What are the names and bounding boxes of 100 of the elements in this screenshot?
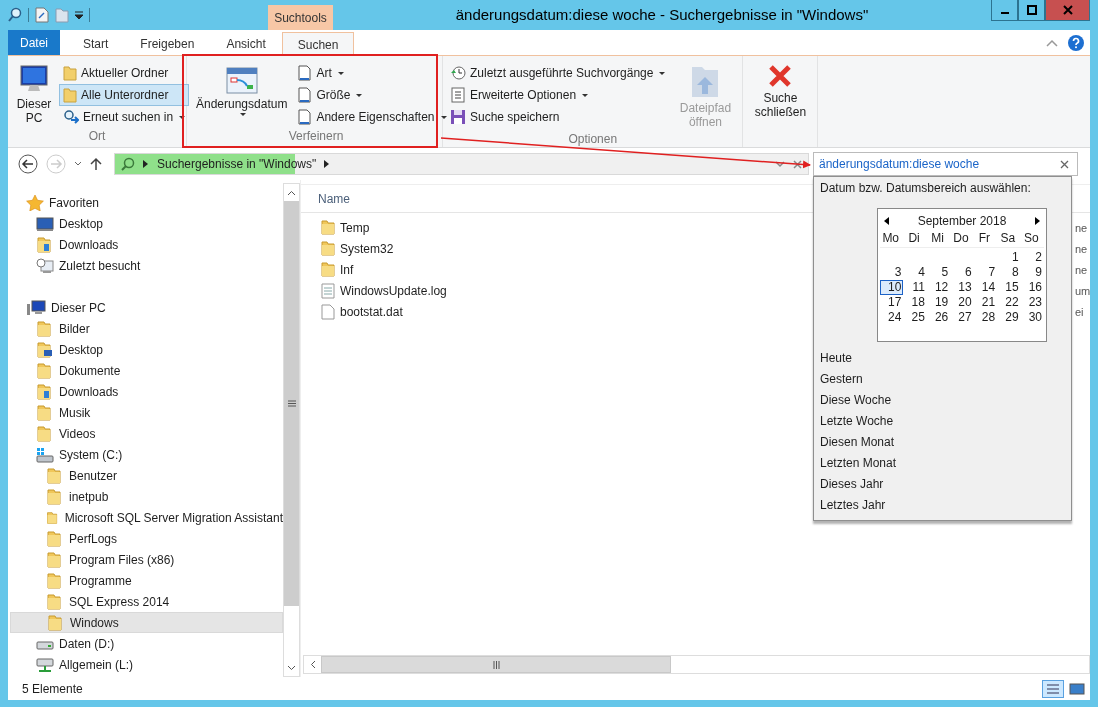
up-arrow-icon[interactable] [90, 157, 102, 171]
scrollbar[interactable] [303, 655, 1090, 674]
scope-option[interactable]: Alle Unterordner [59, 84, 190, 106]
file-name[interactable]: System32 [340, 241, 394, 256]
address-location[interactable]: Suchergebnisse in "Windows" [157, 157, 317, 171]
large-icons-view-icon[interactable] [1068, 680, 1086, 697]
search-field[interactable]: änderungsdatum:diese woche [813, 152, 1078, 176]
minimize-button[interactable] [991, 0, 1018, 21]
calendar-day[interactable]: 13 [950, 280, 974, 295]
navigation-item[interactable]: Desktop [10, 339, 283, 360]
navigation-item[interactable]: Downloads [10, 381, 283, 402]
calendar-day[interactable]: 5 [926, 265, 951, 280]
close-search-button[interactable]: Suche schließen [746, 60, 815, 147]
navigation-item[interactable]: Program Files (x86) [10, 549, 283, 570]
next-month-icon[interactable] [1035, 217, 1040, 225]
navigation-item[interactable]: Dieser PC [10, 297, 283, 318]
calendar-month[interactable]: September 2018 [917, 214, 1007, 228]
date-preset[interactable]: Dieses Jahr [820, 474, 884, 495]
calendar-day[interactable]: 10 [880, 280, 904, 295]
calendar-day[interactable]: 24 [880, 310, 904, 325]
navigation-item[interactable]: System (C:) [10, 444, 283, 465]
date-preset[interactable]: Diesen Monat [820, 432, 895, 453]
navigation-item[interactable]: SQL Express 2014 [10, 591, 283, 612]
calendar-day[interactable]: 28 [973, 310, 998, 325]
dropdown-icon[interactable] [75, 11, 83, 19]
navigation-item[interactable]: Daten (D:) [10, 633, 283, 654]
column-header[interactable]: Name [318, 191, 350, 206]
previous-month-icon[interactable] [884, 217, 889, 225]
navigation-item[interactable]: Favoriten [10, 192, 283, 213]
ribbon-tab[interactable]: Start [67, 32, 125, 55]
close-button[interactable] [1045, 0, 1090, 21]
calendar-day[interactable]: 22 [997, 295, 1021, 310]
ribbon-tab[interactable]: Datei [8, 30, 60, 55]
navigation-item[interactable]: Zuletzt besucht [10, 255, 283, 276]
date-preset[interactable]: Letzte Woche [820, 411, 894, 432]
navigation-item[interactable]: Bilder [10, 318, 283, 339]
calendar-day[interactable]: 20 [950, 295, 974, 310]
date-preset[interactable]: Heute [820, 348, 853, 369]
calendar-day[interactable]: 19 [926, 295, 951, 310]
scroll-up-icon[interactable] [287, 189, 296, 196]
scroll-left-icon[interactable] [309, 660, 316, 669]
maximize-button[interactable] [1018, 0, 1045, 21]
date-preset[interactable]: Letzten Monat [820, 453, 897, 474]
clear-icon[interactable] [1060, 159, 1069, 169]
scroll-down-icon[interactable] [287, 664, 296, 671]
file-name[interactable]: Inf [340, 262, 354, 277]
calendar-day[interactable]: 18 [903, 295, 927, 310]
navigation-item[interactable]: Benutzer [10, 465, 283, 486]
calendar-day[interactable]: 2 [1020, 250, 1044, 265]
navigation-item[interactable]: Microsoft SQL Server Migration Assistant [10, 507, 283, 528]
date-preset[interactable]: Letztes Jahr [820, 495, 886, 516]
help-icon[interactable] [1068, 34, 1084, 51]
calendar-day[interactable]: 7 [973, 265, 998, 280]
calendar-day[interactable]: 14 [973, 280, 998, 295]
navigation-item[interactable]: Dokumente [10, 360, 283, 381]
calendar-day[interactable]: 12 [926, 280, 951, 295]
breadcrumb-arrow-icon[interactable] [324, 160, 331, 168]
calendar-day[interactable]: 29 [997, 310, 1021, 325]
navigation-item[interactable]: Downloads [10, 234, 283, 255]
grip-icon[interactable] [287, 400, 296, 407]
search-icon[interactable] [8, 7, 22, 23]
grip-icon[interactable] [492, 660, 500, 669]
calendar-day[interactable]: 30 [1020, 310, 1044, 325]
file-name[interactable]: WindowsUpdate.log [340, 283, 447, 298]
stop-icon[interactable] [793, 159, 802, 169]
calendar-day[interactable]: 1 [997, 250, 1021, 265]
this-pc-button[interactable]: Dieser PC [11, 60, 57, 129]
navigation-item[interactable]: Desktop [10, 213, 283, 234]
navigation-item[interactable]: Musik [10, 402, 283, 423]
recent-locations-icon[interactable] [74, 161, 82, 167]
properties-icon[interactable] [35, 7, 49, 23]
navigation-item[interactable]: inetpub [10, 486, 283, 507]
calendar-day[interactable]: 26 [926, 310, 951, 325]
address-bar[interactable]: Suchergebnisse in "Windows" [114, 153, 809, 175]
navigation-item[interactable]: Videos [10, 423, 283, 444]
calendar-day[interactable]: 16 [1020, 280, 1044, 295]
date-preset[interactable]: Diese Woche [820, 390, 892, 411]
ribbon-tab[interactable]: Freigeben [124, 32, 211, 55]
calendar-day[interactable]: 21 [973, 295, 998, 310]
calendar-day[interactable]: 17 [880, 295, 904, 310]
ribbon-tab[interactable]: Suchen [281, 32, 355, 56]
scrollbar[interactable] [283, 183, 300, 677]
navigation-item[interactable]: Allgemein (L:) [10, 654, 283, 675]
file-name[interactable]: bootstat.dat [340, 304, 403, 319]
calendar-day[interactable]: 9 [1020, 265, 1044, 280]
calendar-day[interactable]: 25 [903, 310, 927, 325]
search-again-button[interactable]: Erneut suchen in [59, 106, 190, 128]
navigation-item[interactable]: Windows [10, 612, 283, 633]
navigation-item[interactable]: PerfLogs [10, 528, 283, 549]
calendar-day[interactable]: 23 [1020, 295, 1044, 310]
scope-option[interactable]: Aktueller Ordner [59, 62, 190, 84]
breadcrumb-arrow-icon[interactable] [143, 160, 149, 168]
calendar-day[interactable]: 4 [903, 265, 927, 280]
dropdown-icon[interactable] [775, 160, 785, 168]
date-preset[interactable]: Gestern [820, 369, 863, 390]
details-view-icon[interactable] [1042, 679, 1064, 698]
calendar-day[interactable]: 8 [997, 265, 1021, 280]
calendar-day[interactable]: 6 [950, 265, 974, 280]
calendar-day[interactable]: 3 [880, 265, 904, 280]
date-modified-button[interactable]: Änderungsdatum [193, 60, 291, 129]
